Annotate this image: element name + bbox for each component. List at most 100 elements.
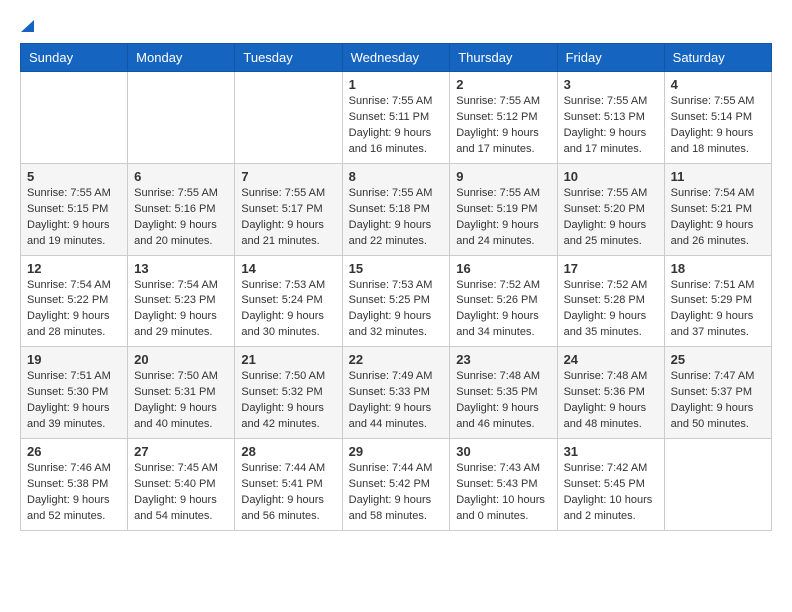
calendar-day-cell: 21 Sunrise: 7:50 AM Sunset: 5:32 PM Dayli…	[235, 347, 342, 439]
day-info: Sunrise: 7:55 AM Sunset: 5:12 PM Dayligh…	[456, 94, 550, 158]
day-number: 22	[349, 352, 444, 367]
calendar-day-cell: 10Sunrise: 7:55 AM Sunset: 5:20 PM Dayli…	[557, 163, 664, 255]
day-info: Sunrise: 7:54 AM Sunset: 5:22 PM Dayligh…	[27, 278, 121, 342]
day-info: Sunrise: 7:55 AM Sunset: 5:16 PM Dayligh…	[134, 186, 228, 250]
calendar-day-cell: 1 Sunrise: 7:55 AM Sunset: 5:11 PM Daylig…	[342, 72, 450, 164]
day-number: 27	[134, 444, 228, 459]
calendar-day-cell: 16 Sunrise: 7:52 AM Sunset: 5:26 PM Dayli…	[450, 255, 557, 347]
day-number: 26	[27, 444, 121, 459]
calendar-week-row: 1 Sunrise: 7:55 AM Sunset: 5:11 PM Daylig…	[21, 72, 772, 164]
calendar-day-cell: 15 Sunrise: 7:53 AM Sunset: 5:25 PM Dayli…	[342, 255, 450, 347]
calendar-day-cell	[664, 439, 771, 531]
day-number: 1	[349, 77, 444, 92]
calendar-day-cell: 25 Sunrise: 7:47 AM Sunset: 5:37 PM Dayli…	[664, 347, 771, 439]
day-number: 17	[564, 261, 658, 276]
day-info: Sunrise: 7:53 AM Sunset: 5:24 PM Dayligh…	[241, 278, 335, 342]
calendar-day-cell: 5 Sunrise: 7:55 AM Sunset: 5:15 PM Daylig…	[21, 163, 128, 255]
day-info: Sunrise: 7:55 AM Sunset: 5:20 PM Dayligh…	[564, 186, 658, 250]
calendar-day-cell: 3 Sunrise: 7:55 AM Sunset: 5:13 PM Daylig…	[557, 72, 664, 164]
day-info: Sunrise: 7:55 AM Sunset: 5:17 PM Dayligh…	[241, 186, 335, 250]
logo	[20, 20, 34, 33]
calendar-week-row: 5 Sunrise: 7:55 AM Sunset: 5:15 PM Daylig…	[21, 163, 772, 255]
day-info: Sunrise: 7:53 AM Sunset: 5:25 PM Dayligh…	[349, 278, 444, 342]
calendar-day-header: Friday	[557, 44, 664, 72]
day-number: 25	[671, 352, 765, 367]
calendar-day-header: Tuesday	[235, 44, 342, 72]
calendar-day-cell: 20 Sunrise: 7:50 AM Sunset: 5:31 PM Dayli…	[128, 347, 235, 439]
day-info: Sunrise: 7:46 AM Sunset: 5:38 PM Dayligh…	[27, 461, 121, 525]
calendar-day-cell: 22 Sunrise: 7:49 AM Sunset: 5:33 PM Dayli…	[342, 347, 450, 439]
day-number: 9	[456, 169, 550, 184]
page-header	[20, 20, 772, 33]
calendar-day-cell: 28 Sunrise: 7:44 AM Sunset: 5:41 PM Dayli…	[235, 439, 342, 531]
day-info: Sunrise: 7:55 AM Sunset: 5:14 PM Dayligh…	[671, 94, 765, 158]
calendar-header-row: SundayMondayTuesdayWednesdayThursdayFrid…	[21, 44, 772, 72]
day-info: Sunrise: 7:48 AM Sunset: 5:36 PM Dayligh…	[564, 369, 658, 433]
day-info: Sunrise: 7:55 AM Sunset: 5:11 PM Dayligh…	[349, 94, 444, 158]
day-number: 15	[349, 261, 444, 276]
day-number: 8	[349, 169, 444, 184]
day-number: 29	[349, 444, 444, 459]
calendar-day-cell: 9 Sunrise: 7:55 AM Sunset: 5:19 PM Daylig…	[450, 163, 557, 255]
day-number: 5	[27, 169, 121, 184]
day-info: Sunrise: 7:47 AM Sunset: 5:37 PM Dayligh…	[671, 369, 765, 433]
day-info: Sunrise: 7:44 AM Sunset: 5:42 PM Dayligh…	[349, 461, 444, 525]
calendar-day-cell: 31 Sunrise: 7:42 AM Sunset: 5:45 PM Dayli…	[557, 439, 664, 531]
calendar-day-cell: 8 Sunrise: 7:55 AM Sunset: 5:18 PM Daylig…	[342, 163, 450, 255]
day-number: 21	[241, 352, 335, 367]
day-info: Sunrise: 7:43 AM Sunset: 5:43 PM Dayligh…	[456, 461, 550, 525]
calendar-day-cell	[21, 72, 128, 164]
day-number: 11	[671, 169, 765, 184]
calendar-day-header: Thursday	[450, 44, 557, 72]
calendar-day-cell: 17 Sunrise: 7:52 AM Sunset: 5:28 PM Dayli…	[557, 255, 664, 347]
day-number: 3	[564, 77, 658, 92]
calendar-day-cell: 11 Sunrise: 7:54 AM Sunset: 5:21 PM Dayli…	[664, 163, 771, 255]
day-info: Sunrise: 7:54 AM Sunset: 5:21 PM Dayligh…	[671, 186, 765, 250]
day-number: 16	[456, 261, 550, 276]
day-number: 23	[456, 352, 550, 367]
calendar-day-cell: 18 Sunrise: 7:51 AM Sunset: 5:29 PM Dayli…	[664, 255, 771, 347]
day-info: Sunrise: 7:50 AM Sunset: 5:31 PM Dayligh…	[134, 369, 228, 433]
day-info: Sunrise: 7:49 AM Sunset: 5:33 PM Dayligh…	[349, 369, 444, 433]
calendar-day-header: Monday	[128, 44, 235, 72]
day-number: 28	[241, 444, 335, 459]
calendar-day-cell: 7Sunrise: 7:55 AM Sunset: 5:17 PM Daylig…	[235, 163, 342, 255]
day-number: 20	[134, 352, 228, 367]
calendar-week-row: 19 Sunrise: 7:51 AM Sunset: 5:30 PM Dayli…	[21, 347, 772, 439]
day-number: 18	[671, 261, 765, 276]
day-info: Sunrise: 7:55 AM Sunset: 5:15 PM Dayligh…	[27, 186, 121, 250]
calendar-day-cell: 6 Sunrise: 7:55 AM Sunset: 5:16 PM Daylig…	[128, 163, 235, 255]
calendar-day-cell: 12Sunrise: 7:54 AM Sunset: 5:22 PM Dayli…	[21, 255, 128, 347]
day-info: Sunrise: 7:48 AM Sunset: 5:35 PM Dayligh…	[456, 369, 550, 433]
day-number: 30	[456, 444, 550, 459]
day-number: 13	[134, 261, 228, 276]
calendar-day-header: Wednesday	[342, 44, 450, 72]
day-info: Sunrise: 7:44 AM Sunset: 5:41 PM Dayligh…	[241, 461, 335, 525]
day-number: 24	[564, 352, 658, 367]
day-info: Sunrise: 7:42 AM Sunset: 5:45 PM Dayligh…	[564, 461, 658, 525]
day-info: Sunrise: 7:51 AM Sunset: 5:30 PM Dayligh…	[27, 369, 121, 433]
calendar-day-cell: 29 Sunrise: 7:44 AM Sunset: 5:42 PM Dayli…	[342, 439, 450, 531]
calendar-day-cell: 24 Sunrise: 7:48 AM Sunset: 5:36 PM Dayli…	[557, 347, 664, 439]
calendar-day-cell: 2 Sunrise: 7:55 AM Sunset: 5:12 PM Daylig…	[450, 72, 557, 164]
day-number: 6	[134, 169, 228, 184]
day-info: Sunrise: 7:55 AM Sunset: 5:19 PM Dayligh…	[456, 186, 550, 250]
day-info: Sunrise: 7:50 AM Sunset: 5:32 PM Dayligh…	[241, 369, 335, 433]
calendar-day-cell: 4Sunrise: 7:55 AM Sunset: 5:14 PM Daylig…	[664, 72, 771, 164]
day-number: 19	[27, 352, 121, 367]
day-info: Sunrise: 7:51 AM Sunset: 5:29 PM Dayligh…	[671, 278, 765, 342]
day-number: 31	[564, 444, 658, 459]
day-info: Sunrise: 7:54 AM Sunset: 5:23 PM Dayligh…	[134, 278, 228, 342]
calendar-day-cell	[128, 72, 235, 164]
calendar-day-cell: 30 Sunrise: 7:43 AM Sunset: 5:43 PM Dayli…	[450, 439, 557, 531]
day-info: Sunrise: 7:52 AM Sunset: 5:26 PM Dayligh…	[456, 278, 550, 342]
day-info: Sunrise: 7:55 AM Sunset: 5:18 PM Dayligh…	[349, 186, 444, 250]
day-number: 2	[456, 77, 550, 92]
day-info: Sunrise: 7:52 AM Sunset: 5:28 PM Dayligh…	[564, 278, 658, 342]
calendar-day-cell: 19 Sunrise: 7:51 AM Sunset: 5:30 PM Dayli…	[21, 347, 128, 439]
calendar-day-cell: 14Sunrise: 7:53 AM Sunset: 5:24 PM Dayli…	[235, 255, 342, 347]
calendar-day-cell: 13 Sunrise: 7:54 AM Sunset: 5:23 PM Dayli…	[128, 255, 235, 347]
calendar-week-row: 26 Sunrise: 7:46 AM Sunset: 5:38 PM Dayli…	[21, 439, 772, 531]
calendar-day-header: Saturday	[664, 44, 771, 72]
day-info: Sunrise: 7:55 AM Sunset: 5:13 PM Dayligh…	[564, 94, 658, 158]
